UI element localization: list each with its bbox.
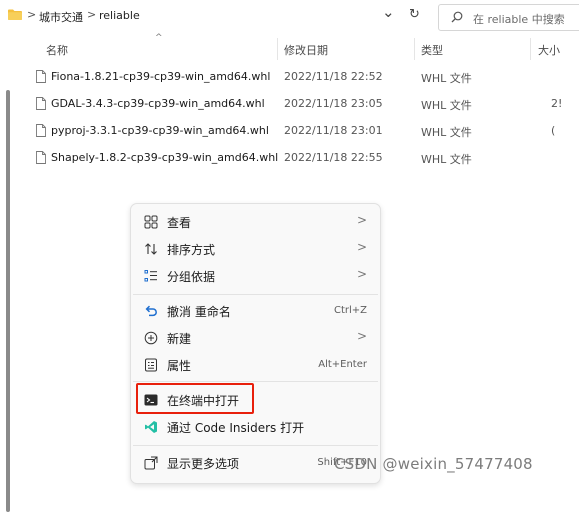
watermark-text: CSDN @weixin_57477408 <box>334 455 533 473</box>
file-row[interactable]: Fiona-1.8.21-cp39-cp39-win_amd64.whl 202… <box>30 64 579 90</box>
view-grid-icon <box>144 215 158 229</box>
sort-icon <box>145 243 157 255</box>
file-type: WHL 文件 <box>421 99 472 112</box>
menu-item-shortcut: Ctrl+Z <box>333 305 367 316</box>
file-icon <box>36 97 46 110</box>
menu-item-label: 查看 <box>167 216 192 230</box>
file-name: GDAL-3.4.3-cp39-cp39-win_amd64.whl <box>51 97 265 110</box>
menu-item-new[interactable]: 新建 > <box>131 325 380 351</box>
menu-item-label: 通过 Code Insiders 打开 <box>167 421 305 435</box>
breadcrumb-item-reliable[interactable]: reliable <box>99 9 140 22</box>
menu-item-label: 新建 <box>167 332 192 346</box>
column-divider[interactable] <box>414 38 415 60</box>
column-header-size[interactable]: 大小 <box>538 42 560 58</box>
file-date: 2022/11/18 23:01 <box>284 124 383 137</box>
menu-item-view[interactable]: 查看 > <box>131 209 380 235</box>
undo-icon <box>145 305 157 317</box>
menu-item-open-with-code-insiders[interactable]: 通过 Code Insiders 打开 <box>131 414 380 440</box>
file-icon <box>36 70 46 83</box>
properties-icon <box>145 358 157 372</box>
refresh-icon[interactable]: ↻ <box>409 7 420 22</box>
breadcrumb-item-city-traffic[interactable]: 城市交通 <box>39 9 83 25</box>
file-size: 2! <box>551 97 563 110</box>
submenu-chevron-icon: > <box>356 267 367 281</box>
file-type: WHL 文件 <box>421 72 472 85</box>
menu-separator <box>133 445 378 446</box>
file-row[interactable]: GDAL-3.4.3-cp39-cp39-win_amd64.whl 2022/… <box>30 91 579 117</box>
file-name: Shapely-1.8.2-cp39-cp39-win_amd64.whl <box>51 151 279 164</box>
file-date: 2022/11/18 22:55 <box>284 151 383 164</box>
file-name: Fiona-1.8.21-cp39-cp39-win_amd64.whl <box>51 70 271 83</box>
scrollbar-thumb[interactable] <box>6 90 10 512</box>
file-type: WHL 文件 <box>421 153 472 166</box>
menu-item-shortcut: Alt+Enter <box>318 359 367 370</box>
context-menu: 查看 > 排序方式 > 分组依据 > 撤消 重命名 Ctrl+Z 新建 > 属性… <box>130 203 381 484</box>
column-header-type[interactable]: 类型 <box>421 42 443 58</box>
breadcrumb-separator: > <box>27 8 37 21</box>
submenu-chevron-icon: > <box>356 240 367 254</box>
menu-item-properties[interactable]: 属性 Alt+Enter <box>131 352 380 378</box>
menu-item-label: 显示更多选项 <box>167 457 240 471</box>
new-plus-icon <box>144 331 158 345</box>
breadcrumb-separator: > <box>87 8 97 21</box>
submenu-chevron-icon: > <box>356 213 367 227</box>
address-bar: > 城市交通 > reliable ⌄ ↻ 在 reliable 中搜索 <box>0 0 579 34</box>
file-icon <box>36 151 46 164</box>
folder-icon <box>8 9 22 20</box>
menu-item-sort-by[interactable]: 排序方式 > <box>131 236 380 262</box>
vscode-insiders-icon <box>145 421 157 433</box>
menu-item-label: 排序方式 <box>167 243 216 257</box>
search-input[interactable]: 在 reliable 中搜索 <box>438 4 579 31</box>
search-placeholder: 在 reliable 中搜索 <box>473 13 565 26</box>
file-row[interactable]: Shapely-1.8.2-cp39-cp39-win_amd64.whl 20… <box>30 145 579 171</box>
file-name: pyproj-3.3.1-cp39-cp39-win_amd64.whl <box>51 124 269 137</box>
sort-ascending-icon: ^ <box>155 33 163 43</box>
file-icon <box>36 124 46 137</box>
menu-item-label: 属性 <box>167 359 192 373</box>
history-dropdown-icon[interactable]: ⌄ <box>382 3 395 21</box>
menu-item-group-by[interactable]: 分组依据 > <box>131 263 380 289</box>
menu-separator <box>133 294 378 295</box>
menu-item-label: 撤消 重命名 <box>167 305 231 319</box>
highlight-box <box>136 383 254 414</box>
column-header-name[interactable]: 名称 <box>46 42 68 58</box>
group-icon <box>144 270 157 282</box>
column-divider[interactable] <box>277 38 278 60</box>
column-header-date[interactable]: 修改日期 <box>284 42 328 58</box>
menu-separator <box>133 381 378 382</box>
file-date: 2022/11/18 22:52 <box>284 70 383 83</box>
file-row[interactable]: pyproj-3.3.1-cp39-cp39-win_amd64.whl 202… <box>30 118 579 144</box>
more-options-icon <box>144 456 158 470</box>
file-date: 2022/11/18 23:05 <box>284 97 383 110</box>
menu-item-undo-rename[interactable]: 撤消 重命名 Ctrl+Z <box>131 298 380 324</box>
file-type: WHL 文件 <box>421 126 472 139</box>
column-divider[interactable] <box>530 38 531 60</box>
navigation-pane-scrollbar[interactable] <box>0 38 16 512</box>
search-icon <box>451 11 463 23</box>
submenu-chevron-icon: > <box>356 329 367 343</box>
menu-item-label: 分组依据 <box>167 270 216 284</box>
file-size: ( <box>551 124 556 137</box>
